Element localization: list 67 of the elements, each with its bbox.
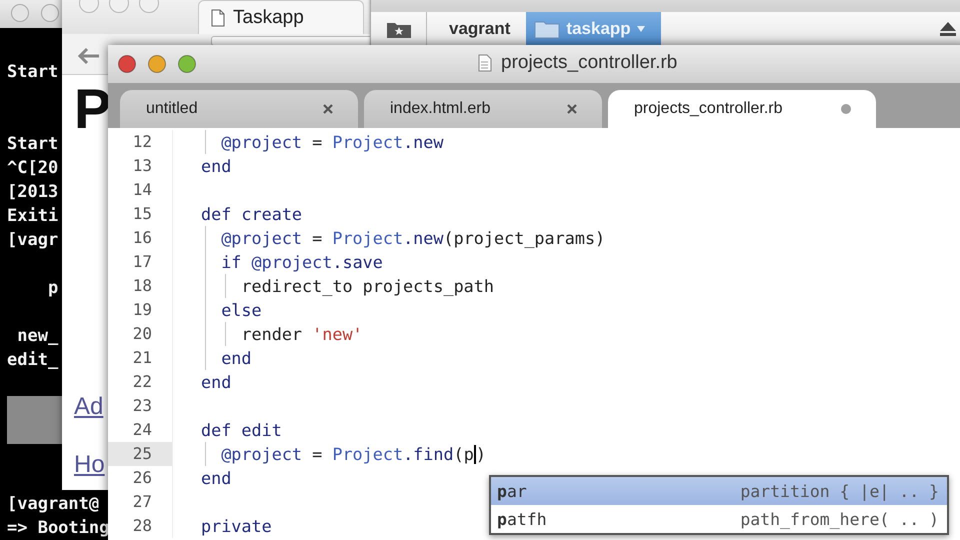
line-number: 12	[132, 131, 153, 153]
terminal-line: Start	[7, 61, 60, 84]
terminal-line: p	[46, 277, 60, 300]
line-number: 17	[132, 251, 153, 273]
terminal-line: new_	[16, 325, 60, 348]
text-cursor	[474, 445, 476, 464]
code-line: if @project.save	[201, 250, 383, 274]
editor-tab[interactable]: projects_controller.rb	[608, 90, 876, 128]
eject-icon[interactable]	[939, 21, 957, 37]
page-link[interactable]: Ho	[74, 451, 105, 479]
code-line: @project = Project.find(p)	[201, 442, 486, 466]
close-icon[interactable]	[566, 103, 578, 115]
code-line: end	[201, 467, 232, 490]
editor-tab[interactable]: untitled	[120, 90, 358, 128]
browser-tab[interactable]: Taskapp	[198, 0, 364, 34]
page-heading: P	[74, 79, 112, 139]
code-line: def edit	[201, 419, 282, 442]
minimize-button[interactable]	[147, 54, 167, 74]
code-line: @project = Project.new(project_params)	[201, 226, 606, 250]
terminal-line: [vagr	[7, 229, 60, 252]
line-number: 20	[132, 323, 153, 345]
terminal-line: [vagrant@	[7, 493, 100, 516]
code-line: private	[201, 515, 272, 538]
terminal-line: edit_	[7, 349, 60, 372]
line-number: 22	[132, 371, 153, 393]
editor-tab[interactable]: index.html.erb	[364, 90, 602, 128]
document-icon	[478, 54, 492, 72]
code-line: end	[201, 346, 252, 370]
line-number: 26	[132, 467, 153, 489]
caret-icon	[636, 26, 645, 32]
close-icon[interactable]	[322, 103, 334, 115]
line-number: 28	[132, 515, 153, 537]
line-number: 25	[108, 442, 172, 466]
terminal-line: Start	[7, 133, 60, 156]
line-number: 13	[132, 155, 153, 177]
unsaved-dot-icon	[840, 103, 852, 115]
code-line: render 'new'	[201, 322, 363, 346]
line-number: 16	[132, 227, 153, 249]
line-number: 15	[132, 203, 153, 225]
line-number: 27	[132, 491, 153, 513]
code-line: end	[201, 155, 232, 178]
code-line: redirect_to projects_path	[201, 274, 494, 298]
autocomplete-item[interactable]: patfh path_from_here( .. )	[491, 505, 947, 533]
autocomplete-item[interactable]: par partition { |e| .. }	[491, 477, 947, 505]
line-number: 19	[132, 299, 153, 321]
window-title: projects_controller.rb	[501, 52, 678, 74]
terminal-line: => Booting	[7, 517, 110, 540]
code-line: @project = Project.new	[201, 130, 444, 154]
folder-icon	[534, 19, 560, 39]
code-line: end	[201, 371, 232, 394]
line-number: 21	[132, 347, 153, 369]
line-number: 23	[132, 395, 153, 417]
terminal-line: ^C[20	[7, 157, 60, 180]
window-button-icon[interactable]	[40, 3, 60, 23]
terminal-line: [2013	[7, 181, 60, 204]
zoom-button[interactable]	[177, 54, 197, 74]
back-arrow-icon[interactable]	[75, 46, 101, 66]
code-line: else	[201, 298, 262, 322]
terminal-line: Exiti	[7, 205, 60, 228]
code-line: def create	[201, 203, 302, 226]
window-button-icon[interactable]	[10, 3, 30, 23]
line-number: 24	[132, 419, 153, 441]
close-button[interactable]	[117, 54, 137, 74]
line-number: 14	[132, 179, 153, 201]
line-number: 18	[132, 275, 153, 297]
page-link[interactable]: Ad	[74, 393, 104, 421]
document-icon	[211, 8, 225, 26]
